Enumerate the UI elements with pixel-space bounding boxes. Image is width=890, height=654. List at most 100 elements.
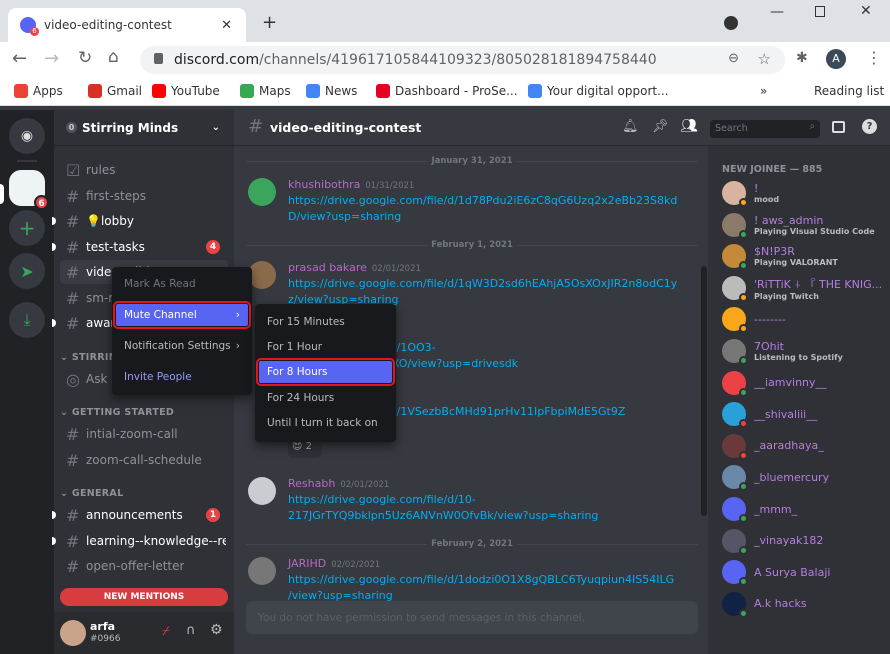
channel-item[interactable]: ☑ rules bbox=[60, 158, 228, 182]
minimize-icon[interactable]: — bbox=[770, 4, 784, 20]
member-item[interactable]: __shivaliii__ bbox=[722, 402, 888, 429]
member-item[interactable]: __iamvinny__ bbox=[722, 370, 888, 397]
channel-item[interactable]: # intial-zoom-call bbox=[60, 422, 228, 446]
inbox-icon[interactable] bbox=[832, 121, 845, 133]
extensions-icon[interactable]: ✱ bbox=[796, 50, 808, 66]
tab-search-icon[interactable] bbox=[724, 16, 738, 30]
bookmark-item[interactable]: Apps bbox=[14, 84, 63, 98]
message-link[interactable]: D/view?usp=sharing bbox=[288, 210, 401, 223]
help-icon[interactable]: ? bbox=[862, 119, 877, 134]
message-author[interactable]: khushibothra 01/31/2021 bbox=[288, 178, 414, 191]
reload-icon[interactable]: ↻ bbox=[78, 48, 92, 68]
address-bar[interactable]: discord.com/channels/419617105844109323/… bbox=[140, 46, 785, 74]
menu-item-mute-channel[interactable]: Mute Channel › bbox=[113, 301, 251, 329]
member-group-header: NEW JOINEE — 885 bbox=[722, 164, 823, 175]
message-link[interactable]: https://drive.google.com/file/d/10- bbox=[288, 493, 476, 506]
user-avatar[interactable] bbox=[248, 557, 276, 585]
channel-item[interactable]: # test-tasks 4 bbox=[52, 235, 228, 259]
message-author[interactable]: Reshabh 02/01/2021 bbox=[288, 477, 389, 490]
submenu-item-8-hours[interactable]: For 8 Hours bbox=[256, 358, 395, 386]
reading-list-button[interactable]: Reading list bbox=[814, 84, 884, 98]
member-list-icon[interactable]: 👥︎ bbox=[680, 118, 698, 134]
member-item[interactable]: _mmm_ bbox=[722, 497, 888, 523]
user-avatar[interactable] bbox=[248, 178, 276, 206]
member-item[interactable]: _bluemercury bbox=[722, 465, 888, 492]
message-author[interactable]: prasad bakare 02/01/2021 bbox=[288, 261, 421, 274]
submenu-item-24-hours[interactable]: For 24 Hours bbox=[259, 387, 392, 409]
channel-item[interactable]: # zoom-call-schedule bbox=[60, 448, 228, 472]
browser-tab[interactable]: 6 video-editing-contest ✕ bbox=[8, 8, 246, 42]
member-item[interactable]: 7Ohit Listening to Spotify bbox=[722, 339, 888, 365]
explore-servers-icon[interactable]: ➤ bbox=[9, 253, 45, 289]
channel-category[interactable]: ⌄ GENERAL bbox=[60, 488, 123, 499]
user-avatar[interactable] bbox=[248, 477, 276, 505]
user-avatar[interactable] bbox=[60, 620, 86, 646]
channel-item[interactable]: # announcements 1 bbox=[52, 503, 228, 527]
bookmark-item[interactable]: Gmail bbox=[88, 84, 142, 98]
pinned-messages-icon[interactable]: 📌︎ bbox=[652, 119, 669, 134]
channel-item[interactable]: # 💡lobby bbox=[52, 209, 228, 233]
message-link[interactable]: 217JGrTYQ9bklpn5Uz6ANVnW0OfvBk/view?usp=… bbox=[288, 509, 598, 522]
forward-icon[interactable]: → bbox=[44, 48, 59, 69]
notification-bell-icon[interactable]: 🔔︎ bbox=[622, 119, 639, 134]
channel-item[interactable]: # open-offer-letter bbox=[60, 554, 228, 578]
member-item[interactable]: A Surya Balaji bbox=[722, 560, 888, 587]
mention-badge: 4 bbox=[206, 240, 220, 254]
message-link[interactable]: https://drive.google.com/file/d/1d78Pdu2… bbox=[288, 194, 677, 207]
chat-scrollbar[interactable] bbox=[701, 266, 707, 516]
hash-icon: # bbox=[66, 288, 80, 308]
maximize-icon[interactable] bbox=[815, 6, 825, 17]
search-input[interactable]: Search ⌕ bbox=[710, 120, 820, 138]
muted-microphone-icon[interactable]: ⌿ bbox=[162, 624, 170, 639]
server-header[interactable]: 0 Stirring Minds ⌄ bbox=[54, 110, 234, 146]
menu-item-mark-as-read[interactable]: Mark As Read bbox=[116, 273, 248, 295]
member-name: ! aws_admin bbox=[754, 213, 824, 227]
user-avatar[interactable] bbox=[248, 261, 276, 289]
close-window-icon[interactable]: ✕ bbox=[860, 3, 872, 19]
member-item[interactable]: $N!P3R Playing VALORANT bbox=[722, 244, 888, 271]
settings-gear-icon[interactable]: ⚙ bbox=[210, 622, 223, 638]
message-author[interactable]: JARIHD 02/02/2021 bbox=[288, 557, 380, 570]
channel-item[interactable]: # learning--knowledge--re... bbox=[52, 529, 228, 553]
menu-icon[interactable]: ⋮ bbox=[866, 48, 882, 67]
headphones-icon[interactable]: ∩ bbox=[186, 623, 196, 638]
member-item[interactable]: _aaradhaya_ bbox=[722, 433, 888, 460]
submenu-item-1-hour[interactable]: For 1 Hour bbox=[259, 336, 392, 358]
add-server-icon[interactable]: + bbox=[9, 210, 45, 246]
download-apps-icon[interactable]: ⤓ bbox=[9, 302, 45, 338]
new-tab-icon[interactable]: + bbox=[262, 12, 277, 33]
close-tab-icon[interactable]: ✕ bbox=[221, 18, 232, 33]
member-item[interactable]: ! mood bbox=[722, 181, 888, 207]
bookmark-item[interactable]: Your digital opport... bbox=[528, 84, 669, 98]
member-item[interactable]: 'RiTTiK ⍭ 『 THE KNIG... Playing Twitch bbox=[722, 276, 888, 303]
member-name: 'RiTTiK ⍭ 『 THE KNIG... bbox=[754, 277, 883, 291]
submenu-item-15-minutes[interactable]: For 15 Minutes bbox=[259, 311, 392, 333]
bookmark-star-icon[interactable]: ☆ bbox=[758, 50, 771, 68]
home-icon[interactable]: ⌂ bbox=[108, 47, 119, 67]
channel-category[interactable]: ⌄ GETTING STARTED bbox=[60, 407, 174, 418]
server-icon-stirring-minds[interactable]: 6 bbox=[9, 170, 49, 210]
menu-item-invite-people[interactable]: Invite People bbox=[116, 366, 248, 388]
channel-item[interactable]: # first-steps bbox=[60, 184, 228, 208]
menu-item-notification-settings[interactable]: Notification Settings › bbox=[116, 335, 248, 357]
member-item[interactable]: _vinayak182 bbox=[722, 528, 888, 555]
member-item[interactable]: -------- bbox=[722, 307, 888, 334]
message-input[interactable]: You do not have permission to send messa… bbox=[246, 601, 698, 634]
bookmark-item[interactable]: Dashboard - ProSe... bbox=[376, 84, 518, 98]
hash-icon: # bbox=[66, 211, 80, 231]
bookmark-item[interactable]: Maps bbox=[240, 84, 291, 98]
new-mentions-button[interactable]: NEW MENTIONS bbox=[60, 588, 228, 606]
member-item[interactable]: ! aws_admin Playing Visual Studio Code bbox=[722, 212, 888, 239]
discord-home-icon[interactable]: ◉ bbox=[9, 118, 45, 154]
bookmark-item[interactable]: YouTube bbox=[152, 84, 220, 98]
back-icon[interactable]: ← bbox=[12, 48, 27, 69]
submenu-item-until-turned-back-on[interactable]: Until I turn it back on bbox=[259, 412, 392, 434]
member-item[interactable]: A.k hacks bbox=[722, 591, 888, 618]
bookmark-item[interactable]: News bbox=[306, 84, 357, 98]
zoom-icon[interactable]: ⊖ bbox=[728, 51, 739, 66]
message-link[interactable]: https://drive.google.com/file/d/1dodzi0O… bbox=[288, 573, 674, 586]
message-link[interactable]: https://drive.google.com/file/d/1qW3D2sd… bbox=[288, 277, 677, 290]
profile-avatar[interactable]: A bbox=[826, 49, 846, 69]
more-bookmarks-icon[interactable]: » bbox=[760, 84, 767, 98]
member-avatar bbox=[722, 212, 748, 239]
